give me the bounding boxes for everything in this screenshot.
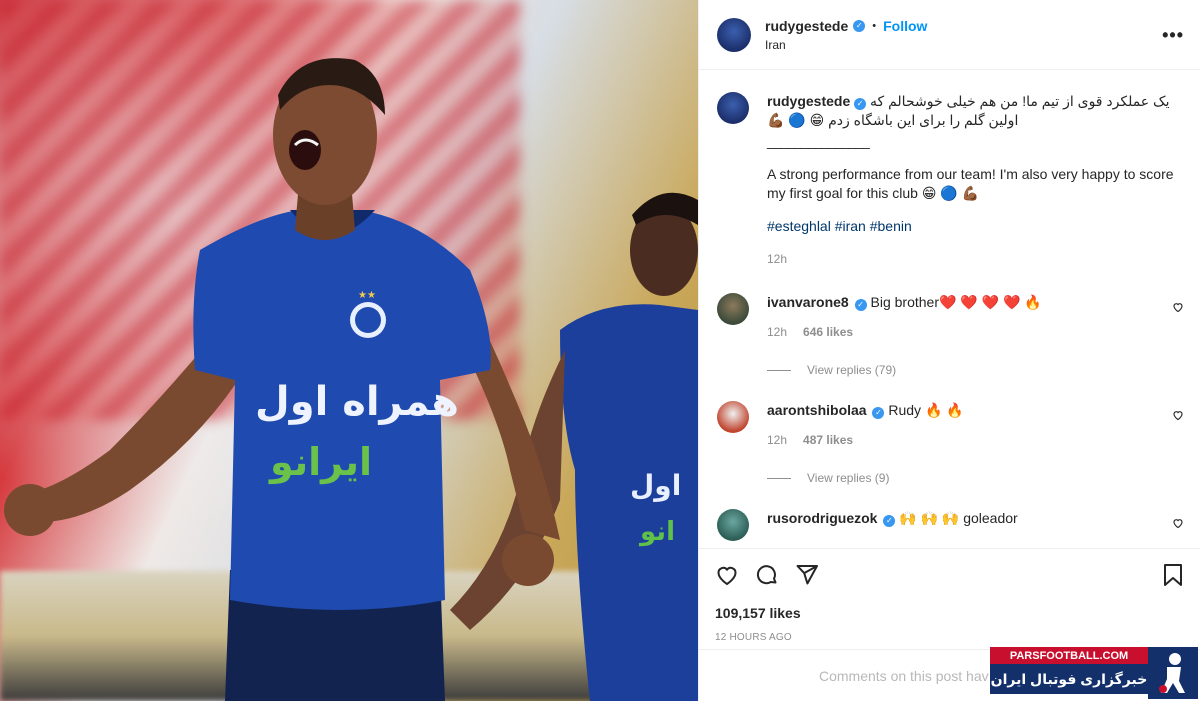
replies-dash	[767, 369, 791, 371]
caption-time[interactable]: 12h	[767, 250, 1184, 269]
comment-bubble-icon[interactable]	[755, 563, 779, 590]
watermark-site: PARSFOOTBALL.COM	[990, 647, 1148, 664]
verified-badge-icon: ✓	[883, 515, 896, 527]
svg-text:اول: اول	[630, 469, 681, 502]
players-illustration: اول انو ★★ همراه اول ایرانو	[4, 58, 698, 701]
comment-time[interactable]: 12h	[767, 325, 787, 339]
post-actions: 109,157 likes 12 HOURS AGO	[699, 548, 1200, 643]
post-header: rudygestede ✓ • Follow Iran •••	[699, 0, 1200, 70]
verified-badge-icon: ✓	[853, 19, 866, 32]
comment-text: Big brother❤️ ❤️ ❤️ ❤️ 🔥	[870, 294, 1042, 310]
verified-badge-icon: ✓	[854, 98, 867, 110]
share-paper-plane-icon[interactable]	[795, 563, 819, 590]
comment-username[interactable]: aarontshibolaa	[767, 402, 867, 418]
comment-time[interactable]: 12h	[767, 433, 787, 447]
view-replies-button[interactable]: View replies (79)	[767, 363, 1184, 377]
comment-body: rusorodriguezok ✓ 🙌 🙌 🙌 goleador	[767, 509, 1184, 527]
comment-likes[interactable]: 487 likes	[803, 433, 853, 447]
post-location[interactable]: Iran	[765, 38, 1162, 52]
like-comment-heart-icon[interactable]	[1172, 301, 1184, 316]
caption-body: rudygestede ✓ یک عملکرد قوی از تیم ما! م…	[767, 92, 1184, 269]
save-bookmark-icon[interactable]	[1162, 563, 1184, 590]
like-heart-icon[interactable]	[715, 563, 739, 590]
comment-body: ivanvarone8 ✓ Big brother❤️ ❤️ ❤️ ❤️ 🔥 1…	[767, 293, 1184, 377]
separator-dot: •	[872, 19, 877, 32]
caption-hashtags[interactable]: #esteghlal #iran #benin	[767, 217, 1184, 236]
replies-dash	[767, 477, 791, 479]
svg-text:همراه اول: همراه اول	[255, 379, 459, 425]
author-username[interactable]: rudygestede	[765, 18, 848, 34]
caption-avatar[interactable]	[717, 92, 749, 124]
action-icons-row	[715, 563, 1184, 589]
comment-item: rusorodriguezok ✓ 🙌 🙌 🙌 goleador	[717, 509, 1184, 541]
view-replies-button[interactable]: View replies (9)	[767, 471, 1184, 485]
watermark-text-block: PARSFOOTBALL.COM خبرگزاری فوتبال ایران	[990, 647, 1148, 699]
comments-list[interactable]: rudygestede ✓ یک عملکرد قوی از تیم ما! م…	[699, 70, 1200, 548]
caption-username[interactable]: rudygestede	[767, 93, 850, 109]
svg-text:ایرانو: ایرانو	[268, 440, 372, 484]
likes-count[interactable]: 109,157 likes	[715, 605, 1184, 621]
verified-badge-icon: ✓	[872, 407, 885, 419]
svg-text:★★: ★★	[358, 290, 376, 301]
comment-username[interactable]: ivanvarone8	[767, 294, 849, 310]
comment-item: aarontshibolaa ✓ Rudy 🔥 🔥 12h 487 likes …	[717, 401, 1184, 485]
svg-text:انو: انو	[638, 517, 675, 547]
post-photo[interactable]: اول انو ★★ همراه اول ایرانو	[0, 0, 698, 701]
parsfootball-watermark: PARSFOOTBALL.COM خبرگزاری فوتبال ایران	[990, 647, 1198, 699]
comment-text: Rudy 🔥 🔥	[888, 402, 964, 418]
view-replies-label: View replies (9)	[807, 471, 890, 485]
follow-button[interactable]: Follow	[883, 18, 927, 34]
author-line: rudygestede ✓ • Follow	[765, 18, 1162, 34]
comment-item: ivanvarone8 ✓ Big brother❤️ ❤️ ❤️ ❤️ 🔥 1…	[717, 293, 1184, 377]
more-options-icon[interactable]: •••	[1162, 26, 1184, 44]
author-avatar[interactable]	[717, 17, 751, 52]
watermark-tagline: خبرگزاری فوتبال ایران	[990, 664, 1148, 694]
comment-likes[interactable]: 646 likes	[803, 325, 853, 339]
verified-badge-icon: ✓	[854, 299, 867, 311]
like-comment-heart-icon[interactable]	[1172, 409, 1184, 424]
comment-meta: 12h 646 likes	[767, 325, 1184, 339]
comment-text: 🙌 🙌 🙌 goleador	[899, 510, 1018, 526]
post-side-panel: rudygestede ✓ • Follow Iran ••• rudygest…	[698, 0, 1200, 701]
like-comment-heart-icon[interactable]	[1172, 517, 1184, 532]
comment-username[interactable]: rusorodriguezok	[767, 510, 877, 526]
comment-meta: 12h 487 likes	[767, 433, 1184, 447]
author-meta: rudygestede ✓ • Follow Iran	[765, 18, 1162, 52]
caption-english-text: A strong performance from our team! I'm …	[767, 166, 1174, 201]
commenter-avatar[interactable]	[717, 509, 749, 541]
post-caption: rudygestede ✓ یک عملکرد قوی از تیم ما! م…	[717, 70, 1184, 269]
view-replies-label: View replies (79)	[807, 363, 897, 377]
commenter-avatar[interactable]	[717, 293, 749, 325]
comment-body: aarontshibolaa ✓ Rudy 🔥 🔥 12h 487 likes …	[767, 401, 1184, 485]
commenter-avatar[interactable]	[717, 401, 749, 433]
teammate-figure: اول انو	[450, 192, 698, 701]
post-timestamp[interactable]: 12 HOURS AGO	[715, 632, 1184, 643]
watermark-player-logo-icon	[1148, 647, 1198, 699]
caption-separator: _______________	[767, 133, 870, 149]
